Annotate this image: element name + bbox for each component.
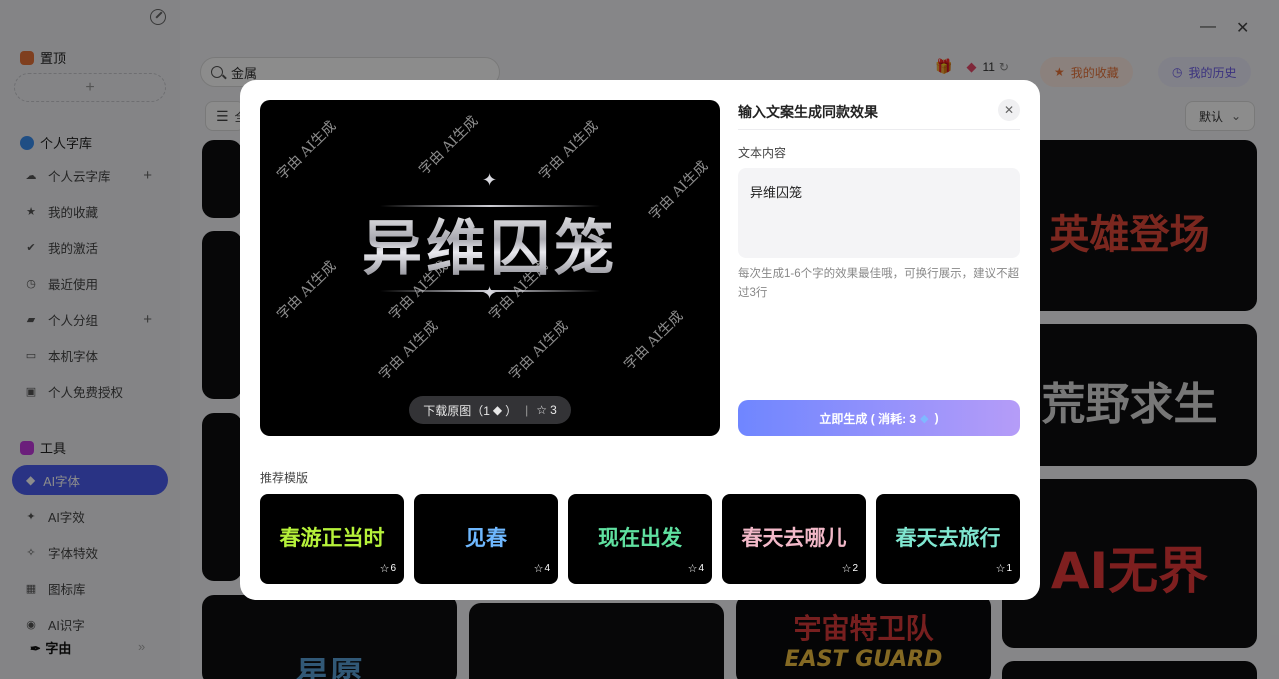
watermark-text: 字由 AI生成 [376, 318, 442, 384]
template-count: 6 [390, 563, 396, 574]
watermark-text: 字由 AI生成 [536, 118, 602, 184]
star-icon: ☆ [533, 563, 544, 575]
template-count: 1 [1006, 563, 1012, 574]
template-count: 4 [698, 563, 704, 574]
template-rating: ☆ 2 [842, 562, 858, 575]
text-content-input[interactable]: 异维囚笼 [738, 168, 1020, 258]
star-icon: ☆ [841, 563, 852, 575]
gem-icon: ◆ [920, 412, 929, 425]
template-text: 见春 [465, 527, 507, 550]
template-count: 2 [852, 563, 858, 574]
watermark-text: 字由 AI生成 [506, 318, 572, 384]
watermark-text: 字由 AI生成 [621, 308, 687, 374]
generate-label-close: ) [934, 411, 939, 425]
generate-label: 立即生成 ( 消耗: 3 [819, 411, 917, 426]
template-text: 春天去旅行 [895, 527, 1001, 550]
template-rating: ☆ 6 [380, 562, 396, 575]
divider [738, 129, 1020, 130]
generate-modal: 字由 AI生成 字由 AI生成 字由 AI生成 字由 AI生成 字由 AI生成 字由 AI… [240, 80, 1040, 600]
template-card[interactable]: 见春 ☆ 4 [414, 494, 558, 584]
template-text: 春天去哪儿 [741, 527, 847, 550]
star-icon: ☆ [379, 563, 390, 575]
template-rating: ☆ 4 [688, 562, 704, 575]
decor-star: ✦ [482, 170, 498, 190]
star-count: 3 [550, 403, 557, 417]
template-card[interactable]: 春游正当时 ☆ 6 [260, 494, 404, 584]
gem-icon: ◆ [492, 403, 503, 417]
download-label: 下载原图（1 [423, 403, 490, 418]
watermark-text: 字由 AI生成 [416, 113, 482, 179]
star-icon: ☆ [536, 403, 548, 417]
template-card[interactable]: 春天去旅行 ☆ 1 [876, 494, 1020, 584]
preview-art-text: 异维囚笼 [260, 200, 720, 287]
input-hint: 每次生成1-6个字的效果最佳哦，可换行展示，建议不超过3行 [738, 268, 1020, 299]
recommended-templates-title: 推荐模版 [260, 471, 309, 485]
template-rating: ☆ 4 [534, 562, 550, 575]
template-card[interactable]: 现在出发 ☆ 4 [568, 494, 712, 584]
template-text: 现在出发 [598, 527, 682, 550]
close-modal-button[interactable]: ✕ [998, 99, 1020, 121]
text-content-label: 文本内容 [738, 146, 787, 160]
star-icon: ☆ [687, 563, 698, 575]
generate-button[interactable]: 立即生成 ( 消耗: 3 ◆ ) [738, 400, 1020, 436]
download-label-close: ） [505, 403, 518, 418]
panel-title: 输入文案生成同款效果 [738, 104, 878, 120]
star-icon: ☆ [995, 563, 1006, 575]
preview-image: 字由 AI生成 字由 AI生成 字由 AI生成 字由 AI生成 字由 AI生成 字由 AI… [260, 100, 720, 436]
download-original-button[interactable]: 下载原图（1 ◆ ） | ☆ 3 [409, 396, 571, 424]
divider: | [525, 403, 529, 417]
template-text: 春游正当时 [279, 527, 385, 550]
template-count: 4 [544, 563, 550, 574]
template-rating: ☆ 1 [996, 562, 1012, 575]
template-card[interactable]: 春天去哪儿 ☆ 2 [722, 494, 866, 584]
watermark-text: 字由 AI生成 [274, 118, 340, 184]
